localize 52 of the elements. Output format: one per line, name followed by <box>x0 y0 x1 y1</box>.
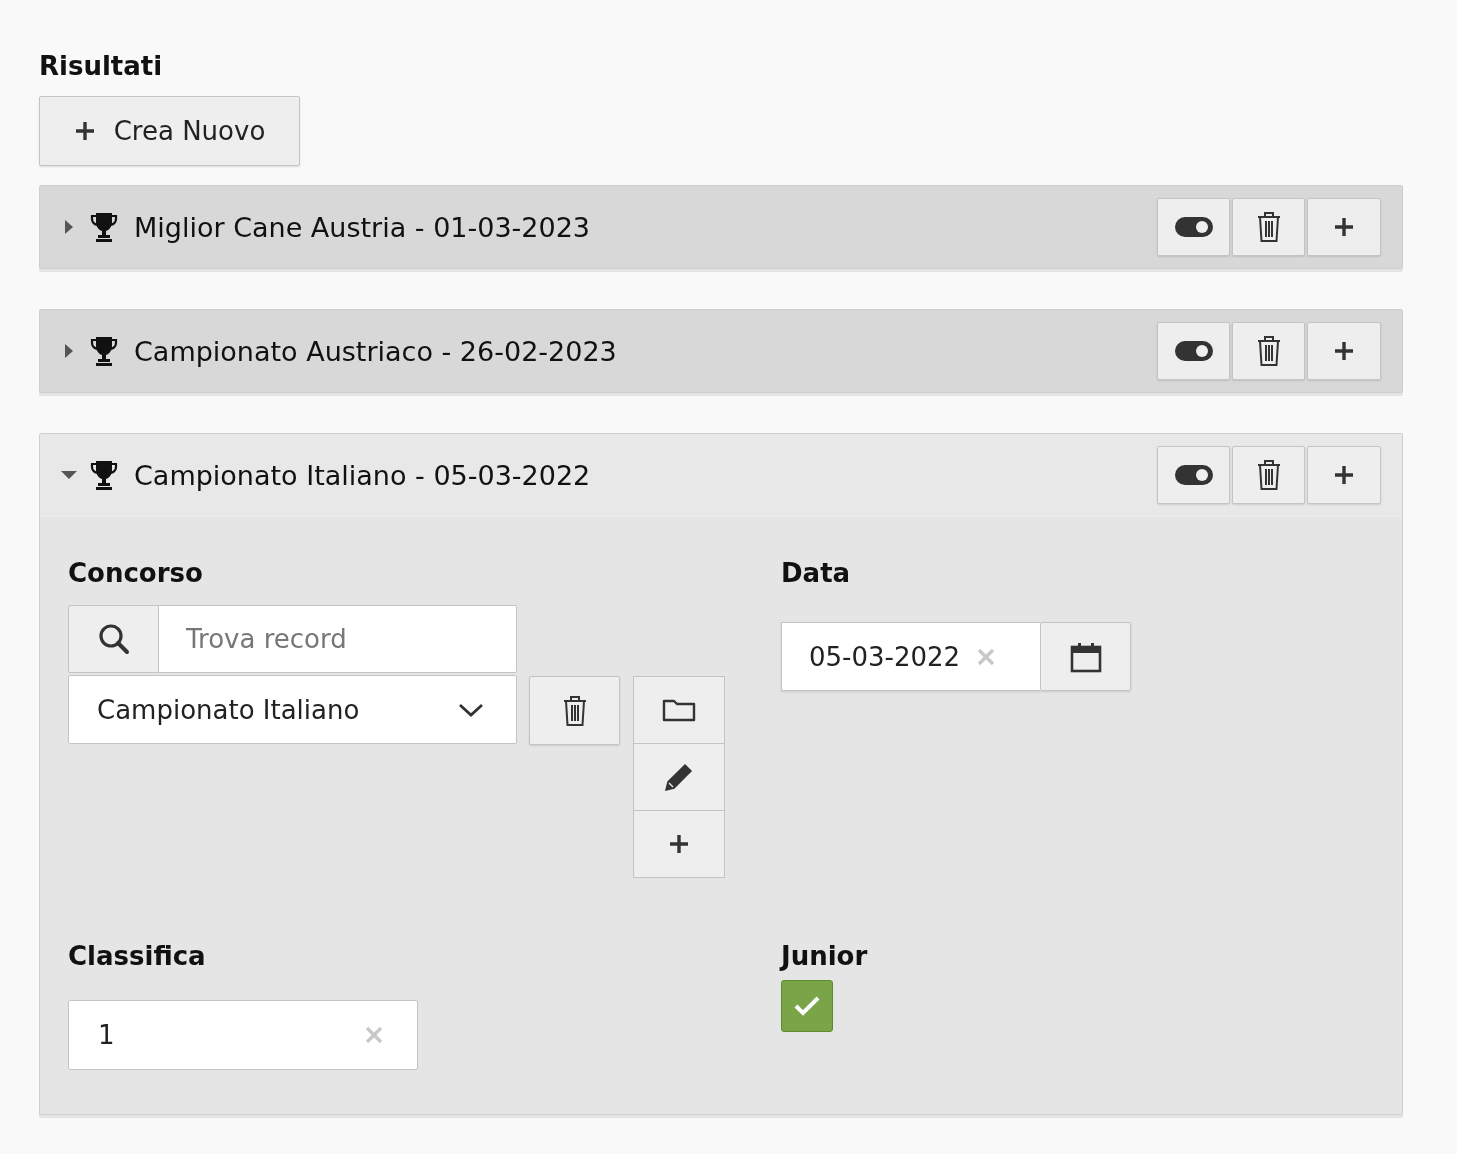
search-icon <box>96 622 131 656</box>
toggle-button[interactable] <box>1157 446 1230 504</box>
plus-icon <box>668 833 690 855</box>
collapse-caret-icon[interactable] <box>60 470 78 480</box>
calendar-icon <box>1069 640 1102 673</box>
date-field[interactable]: 05-03-2022 <box>781 622 1040 691</box>
create-new-button[interactable]: Crea Nuovo <box>39 96 300 166</box>
add-button[interactable] <box>1307 322 1381 380</box>
select-dropdown[interactable]: Campionato Italiano <box>68 675 517 744</box>
search-field[interactable]: Trova record <box>159 605 517 673</box>
checkbox[interactable] <box>781 980 833 1032</box>
chevron-down-icon <box>458 701 484 718</box>
edit-button[interactable] <box>633 743 725 811</box>
trophy-icon <box>90 459 118 491</box>
plus-icon <box>73 120 96 142</box>
delete-button[interactable] <box>1232 322 1305 380</box>
delete-button[interactable] <box>529 676 620 745</box>
toggle-button[interactable] <box>1157 322 1230 380</box>
toggle-button[interactable] <box>1157 198 1230 256</box>
checkmark-icon <box>793 995 821 1017</box>
panel-header[interactable]: Campionato Austriaco - 26-02-2023 <box>40 310 1402 392</box>
trophy-icon <box>90 335 118 367</box>
trash-icon <box>561 694 588 727</box>
record-title: Campionato Italiano - 05-03-2022 <box>134 459 592 491</box>
calendar-button[interactable] <box>1040 622 1131 691</box>
toggle-icon <box>1174 216 1213 238</box>
record-title: Miglior Cane Austria - 01-03-2023 <box>134 211 592 243</box>
number-field[interactable]: 1 <box>68 1000 418 1070</box>
trash-icon <box>1255 211 1282 243</box>
record-title: Campionato Austriaco - 26-02-2023 <box>134 335 618 367</box>
add-button[interactable] <box>1307 446 1381 504</box>
trophy-icon <box>90 211 118 243</box>
panel-header[interactable]: Campionato Italiano - 05-03-2022 <box>40 434 1402 517</box>
plus-icon <box>1333 216 1355 238</box>
toggle-icon <box>1174 464 1213 486</box>
plus-icon <box>1333 464 1355 486</box>
section-title: Risultati <box>39 50 163 83</box>
add-button[interactable] <box>1307 198 1381 256</box>
folder-icon <box>662 698 696 722</box>
trash-icon <box>1255 335 1282 367</box>
field-label: Classifica <box>68 940 207 973</box>
plus-icon <box>1333 340 1355 362</box>
field-label: Concorso <box>68 557 204 590</box>
browse-button[interactable] <box>633 676 725 744</box>
delete-button[interactable] <box>1232 446 1305 504</box>
delete-button[interactable] <box>1232 198 1305 256</box>
field-label: Junior <box>781 940 869 973</box>
add-button[interactable] <box>633 810 725 878</box>
panel-header[interactable]: Miglior Cane Austria - 01-03-2023 <box>40 186 1402 268</box>
field-label: Data <box>781 557 852 590</box>
toggle-icon <box>1174 340 1213 362</box>
trash-icon <box>1255 459 1282 491</box>
